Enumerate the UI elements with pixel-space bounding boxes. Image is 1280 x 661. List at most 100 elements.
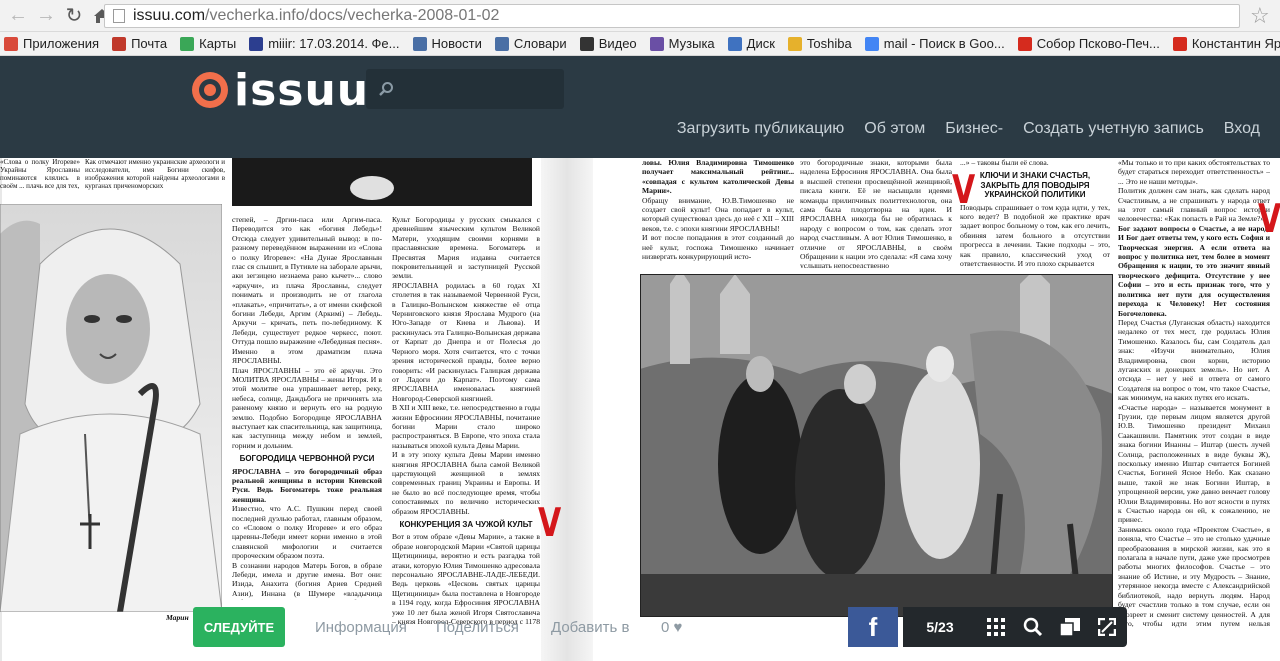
col3-para5: Вот в этом образе «Девы Марии», а также … xyxy=(392,532,540,625)
search-icon xyxy=(379,82,393,96)
document-viewer[interactable]: «Слова о полку Игореве» Украйны Ярославн… xyxy=(0,158,1280,661)
bookmark-favicon-icon xyxy=(180,36,195,51)
bookmark-item[interactable]: Музыка xyxy=(649,36,715,51)
top-photo-fragment xyxy=(232,158,538,208)
bookmark-item[interactable]: Toshiba xyxy=(787,36,852,51)
r4-top: «Мы только и то при каких обстоятельства… xyxy=(1118,158,1270,186)
r4-para5: Занимаясь около года «Проектом Счастье»,… xyxy=(1118,524,1270,628)
issuu-header: issuu ™ Загрузить публикацию Об этом Биз… xyxy=(0,56,1280,158)
bookmark-label: Toshiba xyxy=(806,36,852,51)
bookmark-favicon-icon xyxy=(4,36,18,51)
col2-para5: В сознании народов Матерь Богов, в образ… xyxy=(232,560,382,600)
info-link[interactable]: Информация xyxy=(315,619,407,636)
left-top-text-a: «Слова о полку Игореве» Украйны Ярославн… xyxy=(0,158,80,190)
r4-para3: Перед Счастья (Луганская область) находи… xyxy=(1118,317,1270,403)
col2-para2: Плач ЯРОСЛАВНЫ – это её аркучи. Это МОЛИ… xyxy=(232,365,382,450)
add-to-link[interactable]: Добавить в xyxy=(551,619,629,636)
bookmark-item[interactable]: Диск xyxy=(727,36,775,51)
issuu-logo[interactable]: issuu ™ xyxy=(192,65,378,116)
r2-top: это богородичные знаки, которыми была на… xyxy=(800,158,952,268)
r4-para2: Бог задают вопросы о Счастье, а не народ… xyxy=(1118,223,1270,318)
right-column-2: это богородичные знаки, которыми была на… xyxy=(800,158,952,268)
like-count-value: 0 xyxy=(661,619,670,636)
nav-upload[interactable]: Загрузить публикацию xyxy=(677,120,844,142)
fullscreen-icon[interactable] xyxy=(1088,618,1125,636)
bookmark-item[interactable]: Почта xyxy=(112,36,167,51)
bookmark-item[interactable]: Новости xyxy=(412,36,482,51)
col2-para1: степей, – Дргии-паса или Аргим-паса. Пер… xyxy=(232,215,382,366)
r1b-para: И вот после попадания в этот созданный д… xyxy=(642,233,794,262)
bookmark-label: Карты xyxy=(199,36,237,51)
yaroslavna-portrait-photo xyxy=(0,204,222,612)
right-column-3: ...» – таковы были её слова. КЛЮЧИ И ЗНА… xyxy=(960,158,1110,270)
bookmark-label: Почта xyxy=(131,36,168,51)
col3-para4: И в эту эпоху культа Девы Марии именно к… xyxy=(392,450,540,516)
pages-view-icon[interactable] xyxy=(1051,618,1088,636)
nav-about[interactable]: Об этом xyxy=(864,120,925,142)
bookmark-item[interactable]: mail - Поиск в Goo... xyxy=(864,36,1005,51)
bookmark-star-icon[interactable]: ☆ xyxy=(1250,3,1270,29)
col3-para3: В XII и XIII веке, т.е. непосредственно … xyxy=(392,403,540,450)
bookmark-favicon-icon xyxy=(727,36,742,51)
forward-arrow-icon[interactable]: → xyxy=(32,2,60,30)
search-input[interactable] xyxy=(366,69,564,109)
reload-icon[interactable]: ↻ xyxy=(60,2,88,30)
left-column-2: степей, – Дргии-паса или Аргим-паса. Пер… xyxy=(232,215,382,600)
like-count[interactable]: 0 ♥ xyxy=(661,619,682,636)
facebook-share-button[interactable]: f xyxy=(848,607,898,647)
bookmark-favicon-icon xyxy=(249,36,264,51)
heading-klyuchi: КЛЮЧИ И ЗНАКИ СЧАСТЬЯ, ЗАКРЫТЬ ДЛЯ ПОВОД… xyxy=(979,171,1091,200)
bookmark-favicon-icon xyxy=(649,36,664,51)
bookmark-label: Собор Псково-Печ... xyxy=(1036,36,1160,51)
left-top-text-b: Как отмечают именно украинские археологи… xyxy=(85,158,225,190)
nav-signup[interactable]: Создать учетную запись xyxy=(1023,120,1204,142)
bookmark-favicon-icon xyxy=(412,36,427,51)
bookmark-favicon-icon xyxy=(112,36,127,51)
right-column-1: ловы. Юлия Владимировна Тимошенко получа… xyxy=(642,158,794,268)
bookmark-item[interactable]: Константин Яросла... xyxy=(1172,36,1280,51)
nav-login[interactable]: Вход xyxy=(1224,120,1260,142)
painting-illustration xyxy=(640,274,1113,617)
bookmarks-bar: Приложения Почта Карты miiir: 17.03.2014. Ф… xyxy=(0,32,1280,56)
bookmark-item[interactable]: Собор Псково-Печ... xyxy=(1017,36,1160,51)
bookmark-item[interactable]: Приложения xyxy=(4,36,99,51)
bookmark-item[interactable]: Словари xyxy=(494,36,567,51)
address-bar[interactable]: issuu.com /vecherka.info/docs/vecherka-2… xyxy=(104,4,1240,28)
r1-top: ловы. Юлия Владимировна Тимошенко получа… xyxy=(642,158,794,196)
r3-top: ...» – таковы были её слова. xyxy=(960,158,1049,167)
back-arrow-icon[interactable]: ← xyxy=(4,2,32,30)
col2-para3: ЯРОСЛАВНА – это богородичный образ реаль… xyxy=(232,466,382,504)
page-controls: 5/23 xyxy=(903,607,1127,647)
bookmark-favicon-icon xyxy=(1172,36,1187,51)
left-column-3: Культ Богородицы у русских смыкался с др… xyxy=(392,215,540,625)
bookmark-item[interactable]: miiir: 17.03.2014. Фе... xyxy=(249,36,400,51)
red-check-mark-icon: V xyxy=(538,500,562,547)
nav-business[interactable]: Бизнес- xyxy=(945,120,1003,142)
bookmark-label: Видео xyxy=(598,36,637,51)
top-nav: Загрузить публикацию Об этом Бизнес- Соз… xyxy=(677,120,1280,142)
bookmark-label: mail - Поиск в Goo... xyxy=(883,36,1005,51)
bookmark-label: Диск xyxy=(746,36,775,51)
col2-para4: Известно, что А.С. Пушкин перед своей по… xyxy=(232,504,382,561)
bookmark-label: Константин Яросла... xyxy=(1191,36,1280,51)
r4-para1: Политик должен сам знать, как сделать на… xyxy=(1118,186,1270,224)
right-column-4: «Мы только и то при каких обстоятельства… xyxy=(1118,158,1270,628)
bookmark-favicon-icon xyxy=(1017,36,1032,51)
bookmark-label: Приложения xyxy=(23,36,100,51)
issuu-wordmark: issuu xyxy=(234,64,370,116)
zoom-search-icon[interactable] xyxy=(1014,617,1051,637)
col3-para2: ЯРОСЛАВНА родилась в 60 годах XI столети… xyxy=(392,280,540,403)
heading-konkurentsiya: КОНКУРЕНЦИЯ ЗА ЧУЖОЙ КУЛЬТ xyxy=(399,520,533,529)
share-link[interactable]: Поделиться xyxy=(436,619,519,636)
bookmark-item[interactable]: Видео xyxy=(579,36,637,51)
heading-bogoroditsa: БОГОРОДИЦА ЧЕРВОННОЙ РУСИ xyxy=(239,454,375,464)
page-counter: 5/23 xyxy=(926,619,954,635)
bookmark-label: Словари xyxy=(513,36,567,51)
grid-icon[interactable] xyxy=(977,618,1014,636)
bookmark-label: Новости xyxy=(431,36,482,51)
heart-icon: ♥ xyxy=(673,619,683,636)
follow-button[interactable]: СЛЕДУЙТЕ xyxy=(193,607,285,647)
r3-para: Поводырь спрашивает о том куда идти, у т… xyxy=(960,202,1110,269)
bookmark-item[interactable]: Карты xyxy=(180,36,236,51)
bookmark-favicon-icon xyxy=(579,36,594,51)
